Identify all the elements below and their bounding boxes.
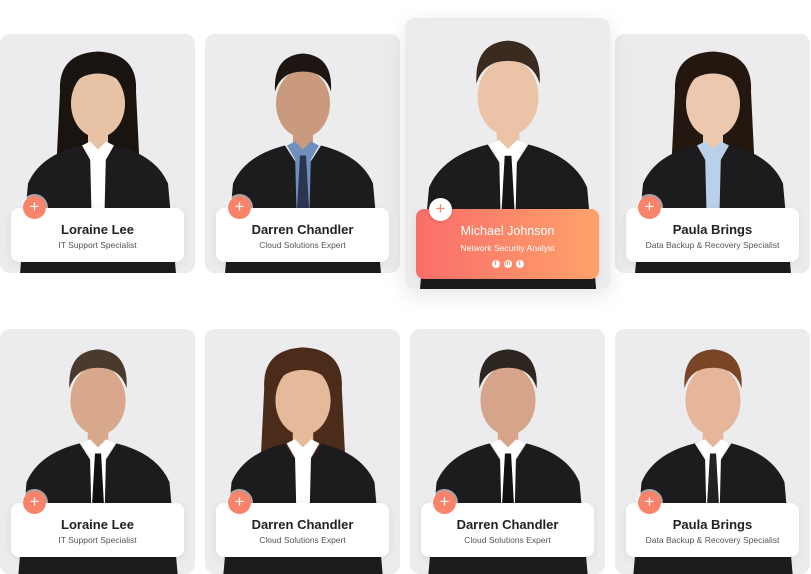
facebook-icon[interactable]: f <box>491 260 500 268</box>
linkedin-icon[interactable]: in <box>503 260 512 268</box>
team-card[interactable]: + Darren Chandler Cloud Solutions Expert <box>205 34 400 273</box>
member-role: IT Support Specialist <box>58 240 137 250</box>
plus-icon[interactable]: + <box>638 196 661 219</box>
plus-icon[interactable]: + <box>23 196 46 219</box>
member-role: IT Support Specialist <box>58 535 137 545</box>
plus-icon[interactable]: + <box>228 196 251 219</box>
member-name: Loraine Lee <box>61 222 134 237</box>
member-name: Loraine Lee <box>61 517 134 532</box>
social-links: f in t <box>416 260 599 268</box>
member-role: Cloud Solutions Expert <box>259 535 346 545</box>
member-role: Data Backup & Recovery Specialist <box>645 535 780 545</box>
member-name: Darren Chandler <box>456 517 559 532</box>
member-role: Data Backup & Recovery Specialist <box>645 240 780 250</box>
member-name: Paula Brings <box>672 517 753 532</box>
plus-icon[interactable]: + <box>433 491 456 514</box>
member-name: Michael Johnson <box>460 224 555 238</box>
member-name: Darren Chandler <box>251 517 354 532</box>
member-name: Darren Chandler <box>251 222 354 237</box>
team-card[interactable]: + Paula Brings Data Backup & Recovery Sp… <box>615 34 810 273</box>
plus-icon[interactable]: + <box>638 491 661 514</box>
team-card-highlighted[interactable]: + Michael Johnson Network Security Analy… <box>405 18 610 289</box>
team-card[interactable]: + Paula Brings Data Backup & Recovery Sp… <box>615 329 810 574</box>
member-name: Paula Brings <box>672 222 753 237</box>
member-role: Network Security Analyst <box>460 243 555 253</box>
team-card[interactable]: + Darren Chandler Cloud Solutions Expert <box>205 329 400 574</box>
twitter-icon[interactable]: t <box>515 260 524 268</box>
team-card[interactable]: + Darren Chandler Cloud Solutions Expert <box>410 329 605 574</box>
member-role: Cloud Solutions Expert <box>464 535 551 545</box>
team-card[interactable]: + Loraine Lee IT Support Specialist <box>0 329 195 574</box>
plus-icon[interactable]: + <box>23 491 46 514</box>
plus-icon[interactable]: + <box>228 491 251 514</box>
plus-icon[interactable]: + <box>429 198 452 221</box>
member-role: Cloud Solutions Expert <box>259 240 346 250</box>
team-card[interactable]: + Loraine Lee IT Support Specialist <box>0 34 195 273</box>
